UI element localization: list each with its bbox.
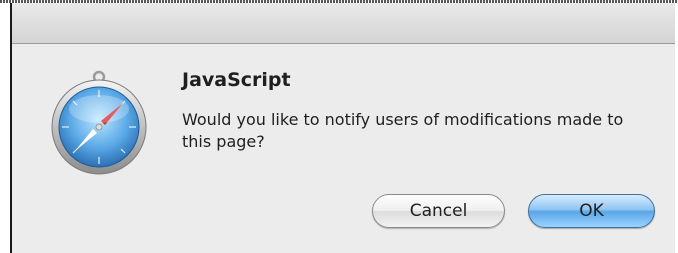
- dialog-message: Would you like to notify users of modifi…: [182, 110, 624, 151]
- dialog-titlebar: [12, 3, 675, 44]
- ok-button[interactable]: OK: [528, 194, 655, 228]
- dialog-title: JavaScript: [182, 69, 291, 91]
- javascript-alert-dialog: JavaScript Would you like to notify user…: [10, 3, 675, 253]
- safari-compass-icon: [50, 67, 148, 179]
- screenshot-frame: JavaScript Would you like to notify user…: [0, 0, 678, 253]
- cancel-button[interactable]: Cancel: [372, 194, 505, 228]
